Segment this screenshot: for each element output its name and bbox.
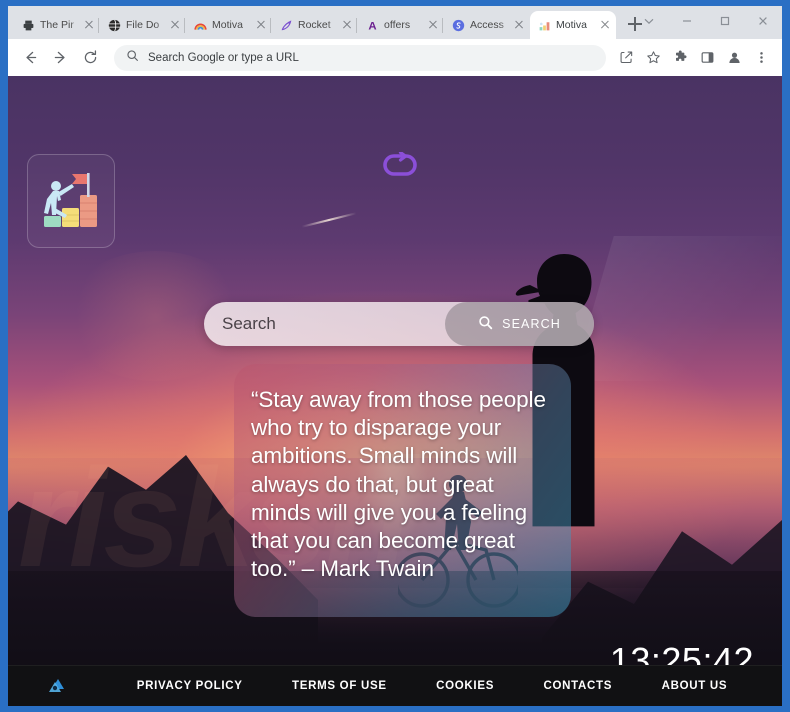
maximize-button[interactable] [706,6,744,36]
chart-icon [538,19,551,32]
tab-close-button[interactable] [254,18,268,32]
spiral-icon [452,19,465,32]
tab-close-button[interactable] [168,18,182,32]
footer-brand-icon[interactable] [44,674,70,698]
tab-close-button[interactable] [340,18,354,32]
search-icon [126,49,139,67]
globe-icon [108,19,121,32]
app-window: The Pir File Do Motiva Rocket A offers A… [0,0,790,712]
tab-title: The Pir [40,19,74,31]
close-button[interactable] [744,6,782,36]
reload-icon[interactable] [76,44,104,72]
page-footer: PRIVACY POLICY TERMS OF USE COOKIES CONT… [8,665,782,706]
share-icon[interactable] [613,45,639,71]
tab-close-button[interactable] [512,18,526,32]
side-panel-icon[interactable] [694,45,720,71]
site-logo[interactable] [27,154,115,248]
footer-link-contacts[interactable]: CONTACTS [544,680,613,692]
tab-title: File Do [126,19,160,31]
tab-strip: The Pir File Do Motiva Rocket A offers A… [8,6,782,39]
address-bar-placeholder: Search Google or type a URL [148,51,299,64]
tab-title: Motiva [212,19,243,31]
refresh-loop-icon[interactable] [381,150,421,178]
search-input[interactable] [204,302,445,346]
footer-links: PRIVACY POLICY TERMS OF USE COOKIES CONT… [112,680,782,692]
search-button-label: SEARCH [502,317,561,331]
comet-icon [280,19,293,32]
svg-text:A: A [368,20,376,31]
browser-tab[interactable]: File Do [98,11,186,39]
quote-text: “Stay away from those people who try to … [251,387,546,582]
browser-tab[interactable]: A offers [356,11,444,39]
browser-toolbar: Search Google or type a URL [8,39,782,76]
address-bar[interactable]: Search Google or type a URL [114,44,606,71]
profile-icon[interactable] [721,45,747,71]
tab-title: Rocket [298,19,331,31]
search-submit-button[interactable]: SEARCH [445,302,594,346]
tab-title: Motiva [556,19,587,31]
quote-card: “Stay away from those people who try to … [234,364,571,617]
puzzle-icon[interactable] [667,45,693,71]
star-icon[interactable] [640,45,666,71]
footer-link-cookies[interactable]: COOKIES [436,680,494,692]
tab-close-button[interactable] [598,18,612,32]
minimize-button[interactable] [668,6,706,36]
search-icon [478,315,493,333]
tab-close-button[interactable] [82,18,96,32]
search-bar: SEARCH [204,302,594,346]
tab-search-chevron-down-icon[interactable] [630,6,668,36]
browser-tab[interactable]: Motiva [184,11,272,39]
browser-tab[interactable]: Access [442,11,530,39]
rainbow-icon [194,19,207,32]
footer-link-about-us[interactable]: ABOUT US [662,680,728,692]
browser-tab[interactable]: Rocket [270,11,358,39]
tab-title: Access [470,19,504,31]
back-arrow-icon[interactable] [16,44,44,72]
page-content: risksn Search SEARCH “Stay away from tho… [8,76,782,706]
browser-tab-active[interactable]: Motiva [530,11,616,39]
footer-link-terms-of-use[interactable]: TERMS OF USE [292,680,387,692]
printer-icon [22,19,35,32]
browser-tab[interactable]: The Pir [14,11,100,39]
forward-arrow-icon[interactable] [46,44,74,72]
letter-a-icon: A [366,19,379,31]
window-controls [630,6,782,36]
tab-close-button[interactable] [426,18,440,32]
tab-title: offers [384,19,411,31]
browser-window: The Pir File Do Motiva Rocket A offers A… [8,6,782,706]
three-dot-menu-icon[interactable] [748,45,774,71]
footer-link-privacy-policy[interactable]: PRIVACY POLICY [137,680,243,692]
